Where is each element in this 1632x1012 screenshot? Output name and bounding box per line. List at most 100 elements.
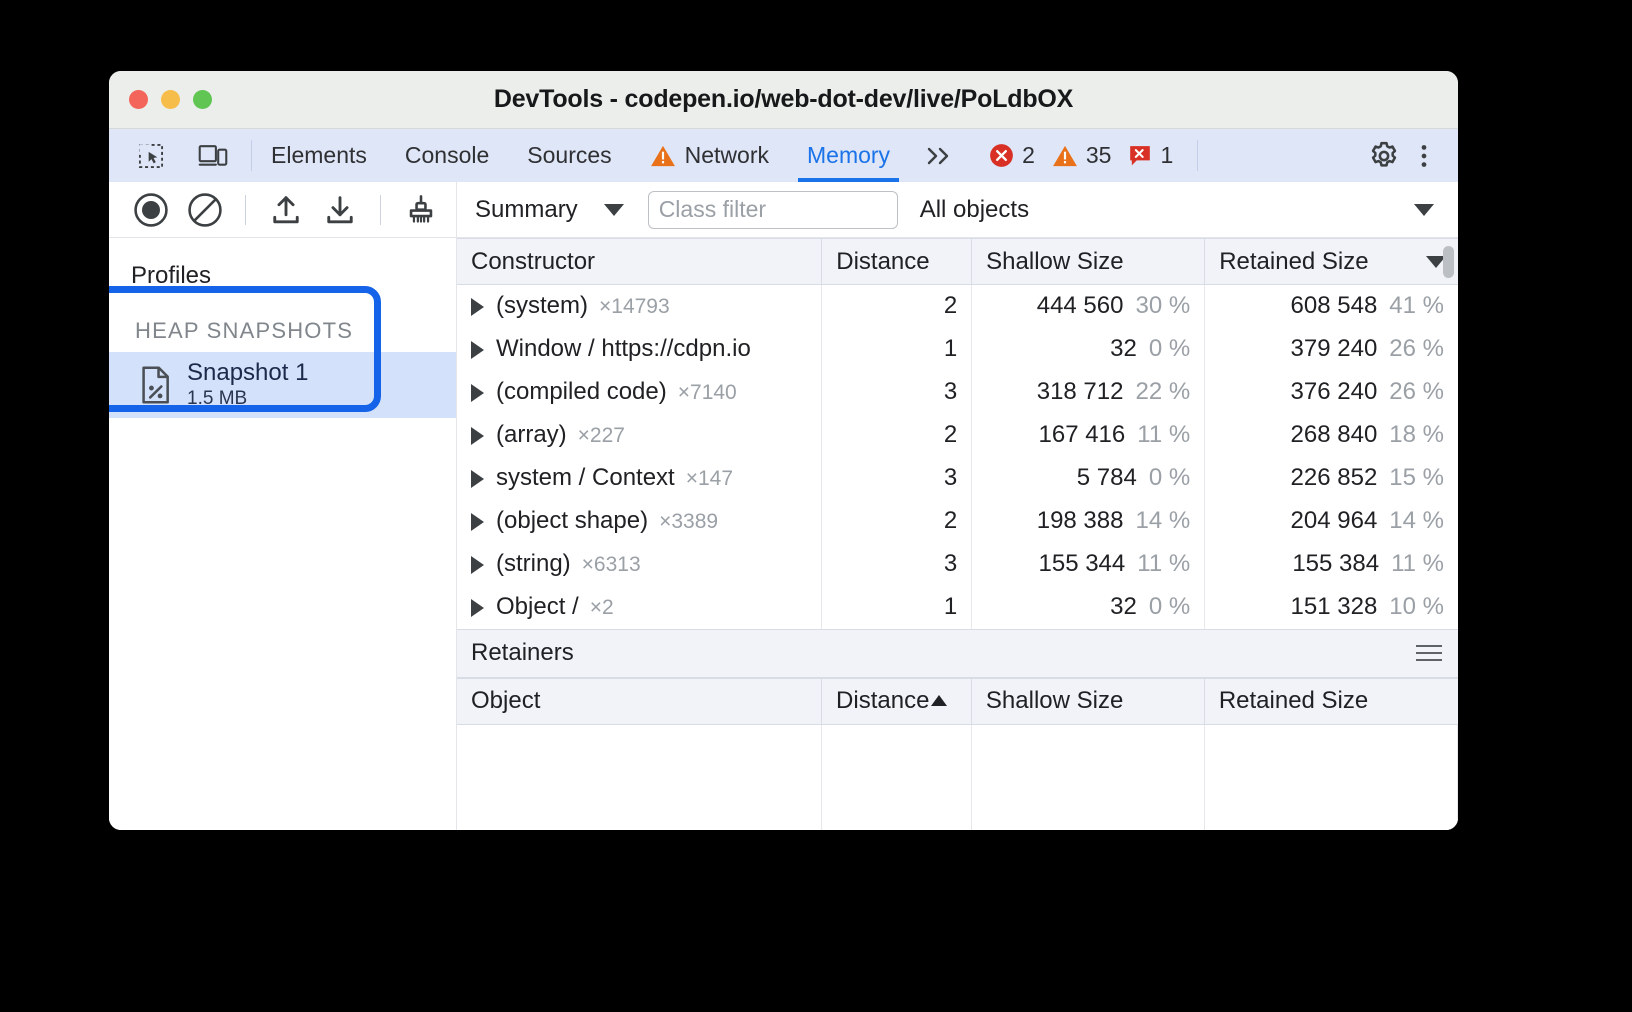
warning-triangle-icon bbox=[1052, 144, 1078, 168]
snapshot-item-text: Snapshot 1 1.5 MB bbox=[187, 359, 308, 410]
cell-retained-size: 204 96414 % bbox=[1205, 500, 1458, 543]
shallow-size-percent: 0 % bbox=[1149, 464, 1190, 491]
expand-triangle-icon[interactable] bbox=[471, 513, 484, 531]
minimize-button[interactable] bbox=[161, 90, 180, 109]
expand-triangle-icon[interactable] bbox=[471, 341, 484, 359]
retainers-menu-icon[interactable] bbox=[1416, 645, 1442, 661]
cell-distance: 3 bbox=[822, 371, 972, 414]
toolbar-divider-1 bbox=[245, 195, 246, 225]
column-header-retainers-retained[interactable]: Retained Size bbox=[1204, 678, 1457, 724]
constructor-name: (string) bbox=[496, 550, 571, 577]
cell-distance: 3 bbox=[822, 543, 972, 586]
inspect-element-icon[interactable] bbox=[131, 136, 171, 176]
class-filter-input[interactable] bbox=[648, 191, 898, 229]
memory-filter-bar: Summary All objects bbox=[457, 182, 1458, 237]
cell-constructor: (system)×14793 bbox=[457, 285, 822, 328]
table-row[interactable]: (object shape)×33892198 38814 %204 96414… bbox=[457, 500, 1458, 543]
shallow-size-percent: 0 % bbox=[1149, 593, 1190, 620]
collect-garbage-icon[interactable] bbox=[401, 190, 441, 230]
cell-distance: 3 bbox=[822, 457, 972, 500]
tab-strip-tools bbox=[109, 129, 251, 182]
column-header-shallow-size[interactable]: Shallow Size bbox=[972, 239, 1205, 285]
retained-size-percent: 26 % bbox=[1389, 378, 1444, 405]
expand-triangle-icon[interactable] bbox=[471, 470, 484, 488]
record-icon[interactable] bbox=[131, 190, 171, 230]
constructor-name: Object / bbox=[496, 593, 579, 620]
heap-snapshots-group-label: HEAP SNAPSHOTS bbox=[109, 312, 456, 352]
constructor-name: (object shape) bbox=[496, 507, 648, 534]
tab-console-label: Console bbox=[405, 142, 489, 169]
retainers-grid: Object Distance Shallow Size Retained Si… bbox=[457, 678, 1458, 831]
cell-constructor: Object /×2 bbox=[457, 586, 822, 629]
column-header-retainers-distance[interactable]: Distance bbox=[822, 678, 972, 724]
retainers-title: Retainers bbox=[471, 639, 574, 667]
expand-triangle-icon[interactable] bbox=[471, 556, 484, 574]
table-row[interactable]: (string)×63133155 34411 %155 38411 % bbox=[457, 543, 1458, 586]
more-tabs-icon[interactable] bbox=[909, 129, 971, 182]
vertical-scrollbar-thumb[interactable] bbox=[1443, 246, 1454, 278]
column-header-constructor[interactable]: Constructor bbox=[457, 239, 822, 285]
column-header-distance[interactable]: Distance bbox=[822, 239, 972, 285]
cell-retained-size: 376 24026 % bbox=[1205, 371, 1458, 414]
download-icon[interactable] bbox=[320, 190, 360, 230]
zoom-button[interactable] bbox=[193, 90, 212, 109]
cell-shallow-size: 167 41611 % bbox=[972, 414, 1205, 457]
shallow-size-percent: 0 % bbox=[1149, 335, 1190, 362]
table-row[interactable]: (compiled code)×71403318 71222 %376 2402… bbox=[457, 371, 1458, 414]
expand-triangle-icon[interactable] bbox=[471, 384, 484, 402]
table-row[interactable]: Window / https://cdpn.io1320 %379 24026 … bbox=[457, 328, 1458, 371]
retainers-header-row: Object Distance Shallow Size Retained Si… bbox=[457, 678, 1458, 724]
table-row[interactable]: system / Context×14735 7840 %226 85215 % bbox=[457, 457, 1458, 500]
retainers-rows bbox=[457, 724, 1458, 830]
cell-retained-size: 151 32810 % bbox=[1205, 586, 1458, 629]
tab-network-label: Network bbox=[685, 142, 769, 169]
tab-memory[interactable]: Memory bbox=[788, 129, 909, 182]
retained-size: 379 240 bbox=[1291, 335, 1378, 362]
cell-retained-size: 608 54841 % bbox=[1205, 285, 1458, 328]
cell-distance: 2 bbox=[822, 500, 972, 543]
view-mode-dropdown[interactable]: Summary bbox=[475, 196, 624, 224]
expand-triangle-icon[interactable] bbox=[471, 427, 484, 445]
table-row[interactable]: Object /×21320 %151 32810 % bbox=[457, 586, 1458, 629]
table-row[interactable]: (array)×2272167 41611 %268 84018 % bbox=[457, 414, 1458, 457]
upload-icon[interactable] bbox=[266, 190, 306, 230]
table-row[interactable]: (system)×147932444 56030 %608 54841 % bbox=[457, 285, 1458, 328]
more-options-icon[interactable] bbox=[1404, 136, 1444, 176]
chevron-down-icon[interactable] bbox=[1414, 204, 1434, 216]
tab-elements[interactable]: Elements bbox=[252, 129, 386, 182]
issues-count: 1 bbox=[1160, 142, 1173, 169]
cell-shallow-size: 198 38814 % bbox=[972, 500, 1205, 543]
tab-memory-label: Memory bbox=[807, 142, 890, 169]
gear-icon[interactable] bbox=[1364, 136, 1404, 176]
tab-sources-label: Sources bbox=[527, 142, 611, 169]
column-header-retained-size[interactable]: Retained Size bbox=[1205, 239, 1458, 285]
warning-triangle-icon bbox=[650, 144, 676, 168]
heap-snapshots-group: HEAP SNAPSHOTS Snapshot 1 1.5 MB bbox=[109, 312, 456, 418]
shallow-size-percent: 22 % bbox=[1135, 378, 1190, 405]
clear-icon[interactable] bbox=[185, 190, 225, 230]
column-header-object[interactable]: Object bbox=[457, 678, 822, 724]
cell-constructor: (array)×227 bbox=[457, 414, 822, 457]
close-button[interactable] bbox=[129, 90, 148, 109]
objects-filter-label[interactable]: All objects bbox=[920, 196, 1029, 224]
column-header-retainers-shallow[interactable]: Shallow Size bbox=[971, 678, 1204, 724]
tab-console[interactable]: Console bbox=[386, 129, 508, 182]
constructor-count: ×14793 bbox=[599, 295, 670, 318]
error-icon bbox=[989, 143, 1014, 168]
constructor-count: ×6313 bbox=[582, 553, 641, 576]
constructor-count: ×147 bbox=[686, 467, 733, 490]
constructor-count: ×227 bbox=[578, 424, 625, 447]
tab-network[interactable]: Network bbox=[631, 129, 788, 182]
tab-sources[interactable]: Sources bbox=[508, 129, 630, 182]
issues-counter[interactable]: 1 bbox=[1128, 142, 1173, 169]
sidebar-item-snapshot-1[interactable]: Snapshot 1 1.5 MB bbox=[109, 352, 456, 418]
view-mode-label: Summary bbox=[475, 196, 578, 224]
expand-triangle-icon[interactable] bbox=[471, 599, 484, 617]
warning-counter[interactable]: 35 bbox=[1052, 142, 1112, 169]
device-toolbar-icon[interactable] bbox=[193, 136, 233, 176]
expand-triangle-icon[interactable] bbox=[471, 298, 484, 316]
error-counter[interactable]: 2 bbox=[989, 142, 1035, 169]
shallow-size: 155 344 bbox=[1039, 550, 1126, 577]
shallow-size-percent: 11 % bbox=[1137, 550, 1190, 577]
retained-size: 608 548 bbox=[1291, 292, 1378, 319]
